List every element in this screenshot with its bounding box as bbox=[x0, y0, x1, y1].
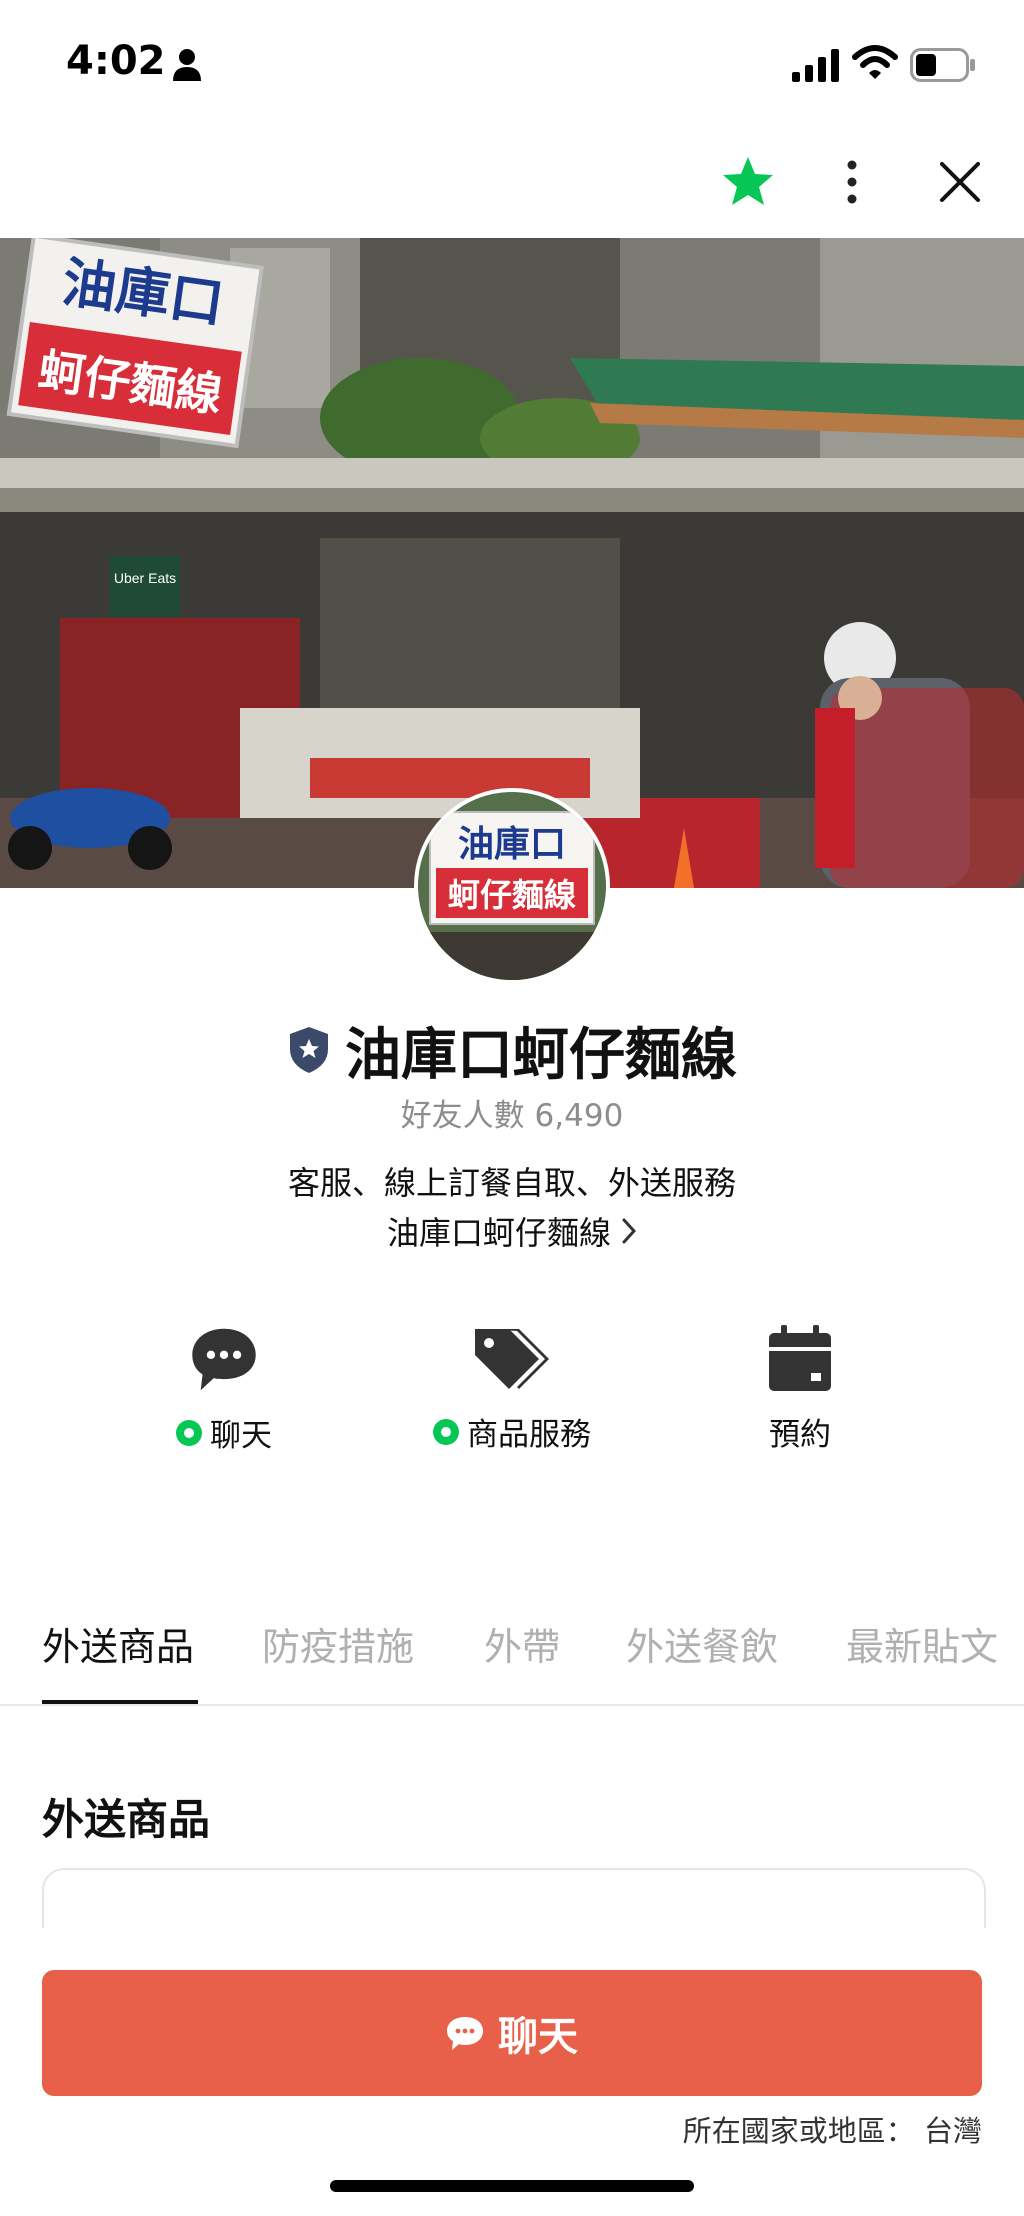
tab-latest-posts[interactable]: 最新貼文 bbox=[846, 1616, 998, 1671]
calendar-icon bbox=[769, 1325, 831, 1391]
favorite-star-button[interactable] bbox=[716, 150, 780, 214]
account-name: 油庫口蚵仔麵線 bbox=[345, 1022, 737, 1088]
close-icon bbox=[940, 162, 980, 202]
avatar-sign-line1: 油庫口 bbox=[458, 823, 566, 865]
chat-button[interactable]: 聊天 bbox=[42, 1970, 982, 2096]
shop-link[interactable]: 油庫口蚵仔麵線 bbox=[0, 1208, 1024, 1254]
avatar: 油庫口 蚵仔麵線 bbox=[414, 788, 610, 984]
account-description: 客服、線上訂餐自取、外送服務 bbox=[287, 1164, 736, 1202]
action-chat-label: 聊天 bbox=[210, 1418, 272, 1454]
active-tab-indicator bbox=[42, 1700, 198, 1704]
battery-icon bbox=[910, 48, 975, 82]
price-tag-icon bbox=[475, 1329, 549, 1389]
close-button[interactable] bbox=[928, 150, 992, 214]
action-chat[interactable]: 聊天 bbox=[104, 1325, 344, 1455]
action-reservation-label: 預約 bbox=[769, 1417, 831, 1453]
tab-delivery-food[interactable]: 外送餐飲 bbox=[626, 1616, 778, 1671]
avatar-sign-line2: 蚵仔麵線 bbox=[448, 876, 576, 914]
more-options-button[interactable] bbox=[820, 150, 884, 214]
tab-bar: 外送商品 防疫措施 外帶 外送餐飲 最新貼文 bbox=[0, 1600, 1024, 1706]
tab-epidemic-measures[interactable]: 防疫措施 bbox=[262, 1616, 414, 1671]
action-reservation[interactable]: 預約 bbox=[680, 1325, 920, 1455]
chevron-right-icon bbox=[622, 1218, 637, 1244]
action-products-label: 商品服務 bbox=[467, 1417, 591, 1453]
star-icon bbox=[723, 157, 773, 205]
online-status-dot bbox=[433, 1418, 459, 1445]
action-products[interactable]: 商品服務 bbox=[392, 1325, 632, 1455]
chat-bubble-icon bbox=[447, 2017, 483, 2050]
shop-link-label: 油庫口蚵仔麵線 bbox=[386, 1214, 611, 1252]
section-title: 外送商品 bbox=[42, 1795, 211, 1844]
content-mask bbox=[0, 1928, 1024, 1968]
status-bar: 4:02 bbox=[0, 0, 1024, 120]
account-name-row: 油庫口蚵仔麵線 bbox=[0, 1010, 1024, 1090]
wifi-icon bbox=[852, 45, 898, 79]
uber-eats-text: Uber Eats bbox=[114, 570, 176, 586]
verified-shield-icon bbox=[290, 1027, 328, 1073]
avatar-sign-image: 油庫口 蚵仔麵線 bbox=[418, 792, 606, 980]
tab-takeout[interactable]: 外帶 bbox=[484, 1616, 560, 1671]
online-status-dot bbox=[176, 1419, 202, 1446]
more-vertical-icon bbox=[847, 160, 857, 204]
cellular-signal-icon bbox=[792, 49, 839, 82]
chat-button-label: 聊天 bbox=[498, 2014, 578, 2060]
chat-bubble-icon bbox=[192, 1328, 256, 1391]
tab-delivery-products[interactable]: 外送商品 bbox=[42, 1616, 194, 1671]
status-time: 4:02 bbox=[66, 38, 166, 84]
home-indicator[interactable] bbox=[330, 2180, 694, 2192]
product-card[interactable] bbox=[42, 1868, 986, 1930]
person-icon bbox=[173, 49, 201, 81]
friend-count: 好友人數 6,490 bbox=[400, 1098, 624, 1134]
region-text: 所在國家或地區： 台灣 bbox=[682, 2114, 982, 2148]
